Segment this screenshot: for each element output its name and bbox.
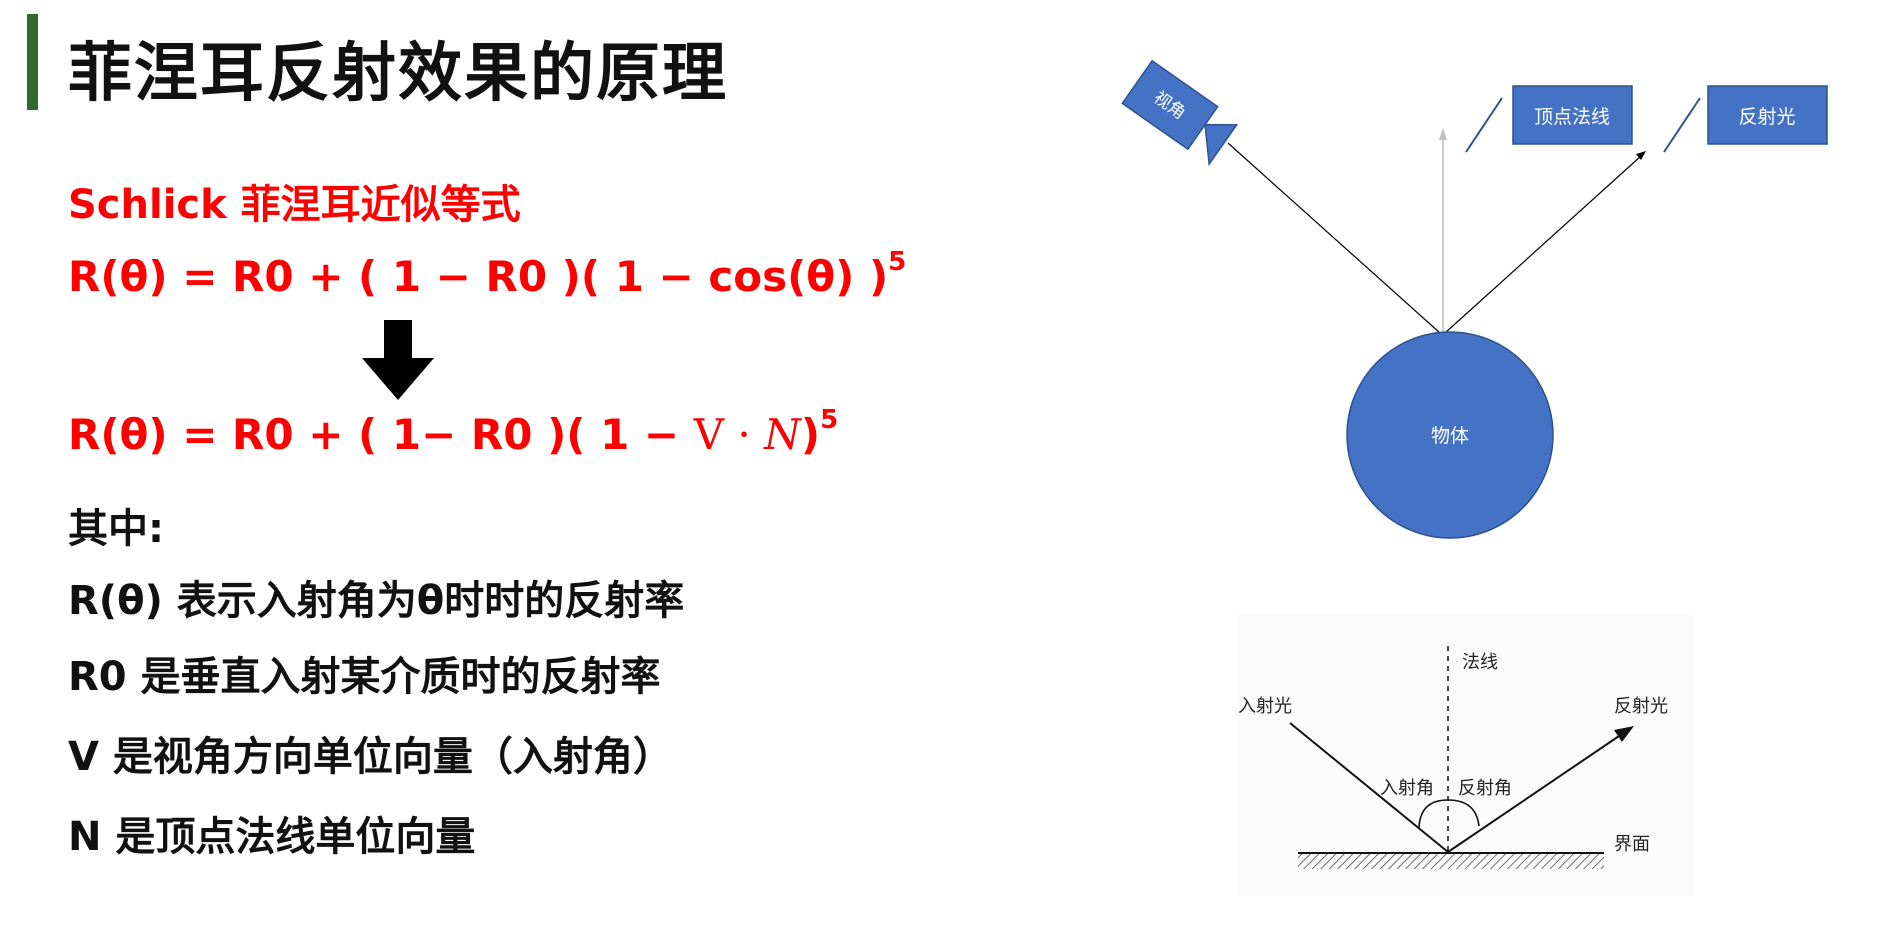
surface-hatch [1298,853,1604,869]
camera-shape: 视角 [1121,59,1239,167]
incident-angle-label: 入射角 [1380,778,1434,799]
reflect-angle-label: 反射角 [1458,778,1512,799]
incident-label: 入射光 [1238,696,1292,717]
reflected-label: 反射光 [1614,696,1668,717]
reflect-label: 反射光 [1738,106,1795,128]
view-ray [1227,142,1441,334]
vertex-normal-arrowhead [1439,128,1447,140]
surface-normal-label: 法线 [1462,652,1498,673]
normal-label: 顶点法线 [1534,106,1610,128]
reflect-callout-line [1663,97,1701,153]
normal-callout-line [1465,97,1503,153]
diagrams-canvas: 视角 顶点法线 反射光 物体 法线 入射光 反射光 入射角 反射角 界面 [1121,59,1828,896]
surface-label: 界面 [1614,834,1650,855]
reflection-law-diagram: 法线 入射光 反射光 入射角 反射角 界面 [1238,614,1694,896]
reflect-ray [1444,155,1642,334]
object-label: 物体 [1431,425,1469,447]
fresnel-view-diagram: 视角 顶点法线 反射光 物体 [1121,59,1828,539]
